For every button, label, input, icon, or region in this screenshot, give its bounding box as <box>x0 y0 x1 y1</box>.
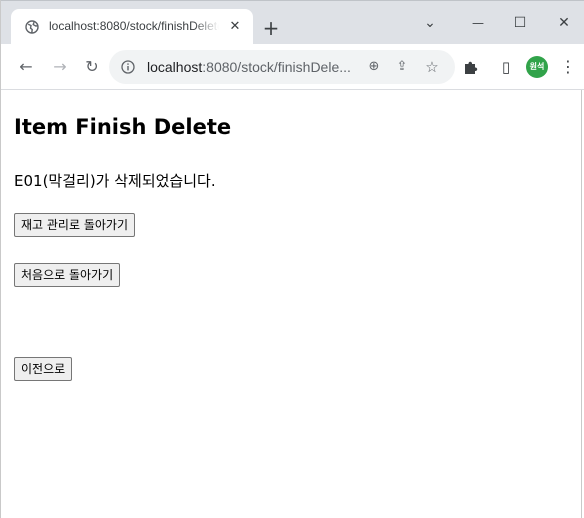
back-to-stock-button[interactable]: 재고 관리로 돌아가기 <box>14 213 135 237</box>
extensions-puzzle-icon[interactable] <box>463 59 479 75</box>
side-panel-icon[interactable]: ▯ <box>495 56 517 78</box>
back-to-home-button[interactable]: 처음으로 돌아가기 <box>14 263 121 287</box>
browser-toolbar: ← → ↻ localhost:8080/stock/finishDele...… <box>1 44 584 90</box>
page-title: Item Finish Delete <box>14 115 232 139</box>
minimize-icon[interactable]: — <box>463 11 493 35</box>
previous-button[interactable]: 이전으로 <box>14 357 73 381</box>
tab-close-icon[interactable]: ✕ <box>225 17 245 37</box>
browser-titlebar: localhost:8080/stock/finishDelete ✕ + ⌄ … <box>1 0 584 45</box>
back-icon[interactable]: ← <box>15 56 37 78</box>
info-icon[interactable] <box>121 60 135 74</box>
new-tab-button[interactable]: + <box>259 17 283 41</box>
maximize-icon[interactable]: ☐ <box>505 11 535 35</box>
delete-confirmation-message: E01(막걸리)가 삭제되었습니다. <box>14 172 216 190</box>
window-close-icon[interactable]: ✕ <box>549 11 579 35</box>
forward-icon[interactable]: → <box>49 56 71 78</box>
tab-title: localhost:8080/stock/finishDelete <box>49 19 219 33</box>
tab-search-dropdown-icon[interactable]: ⌄ <box>415 11 445 35</box>
bookmark-star-icon[interactable]: ☆ <box>423 58 441 76</box>
url-path: :8080/stock/finishDele... <box>202 59 351 75</box>
url-text[interactable]: localhost:8080/stock/finishDele... <box>147 59 361 77</box>
reload-icon[interactable]: ↻ <box>81 56 103 78</box>
globe-icon <box>25 20 39 34</box>
page-content: Item Finish Delete E01(막걸리)가 삭제되었습니다. 재고… <box>1 90 583 518</box>
url-host: localhost <box>147 59 203 75</box>
zoom-icon[interactable]: ⊕ <box>365 58 383 76</box>
menu-icon[interactable]: ⋮ <box>557 56 579 78</box>
browser-window: localhost:8080/stock/finishDelete ✕ + ⌄ … <box>0 0 584 518</box>
browser-tab[interactable]: localhost:8080/stock/finishDelete ✕ <box>11 9 253 45</box>
profile-avatar[interactable]: 원석 <box>526 56 548 78</box>
address-bar[interactable]: localhost:8080/stock/finishDele... ⊕ ⇪ ☆ <box>109 50 455 84</box>
share-icon[interactable]: ⇪ <box>393 58 411 76</box>
